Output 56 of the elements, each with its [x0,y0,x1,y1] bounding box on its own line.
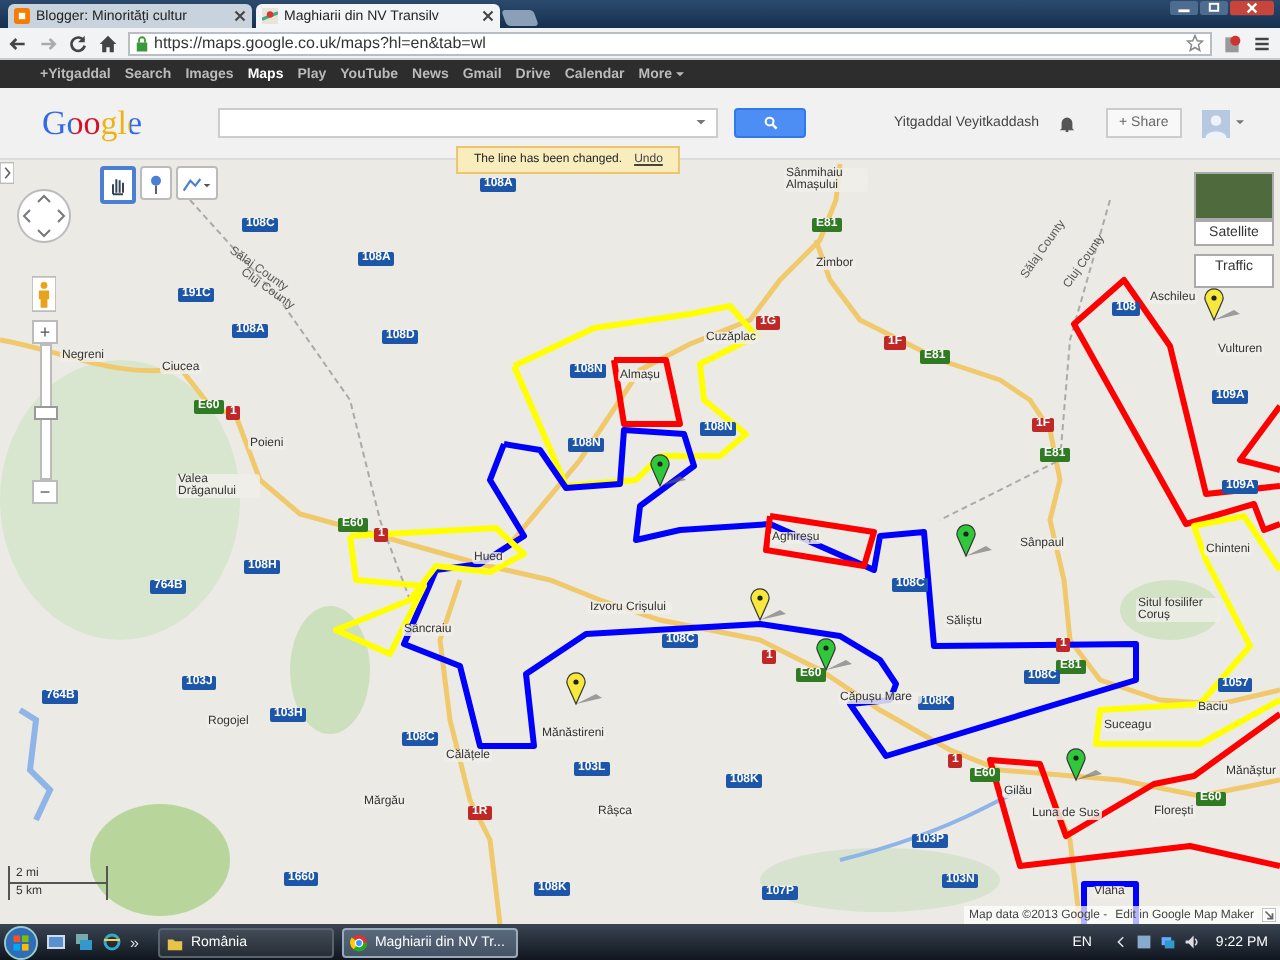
line-icon [182,173,212,193]
chevron-icon[interactable] [0,162,14,184]
map-pin[interactable] [1204,288,1240,321]
caret-icon[interactable] [696,120,706,126]
address-field[interactable]: https://maps.google.co.uk/maps?hl=en&tab=wl [128,31,1212,55]
map-tool-button[interactable] [100,166,136,204]
reload-icon[interactable] [68,33,88,53]
caret-icon [676,71,685,77]
lock-icon [136,35,148,51]
zoom-out-button[interactable]: − [32,480,58,504]
browser-icon [350,933,369,951]
bell-icon[interactable] [1057,114,1076,132]
pan-control-icon[interactable] [16,188,72,244]
folder-icon [166,933,185,951]
volume-icon[interactable] [1183,934,1200,950]
search-button[interactable] [734,108,806,138]
window-switch-icon[interactable] [74,932,94,952]
menu-icon[interactable] [1252,33,1272,53]
start-button-icon[interactable] [4,925,38,959]
map-pin[interactable] [816,638,852,671]
browser-icon[interactable] [102,932,122,952]
drawn-boundary-line[interactable] [611,357,683,427]
back-arrow-icon[interactable] [8,33,28,53]
drawn-boundary-line[interactable] [763,513,877,569]
network-icon[interactable] [1159,934,1176,950]
minimize-icon[interactable] [1170,0,1198,16]
drawn-boundary-line[interactable] [1237,404,1280,473]
more-icons-chevron[interactable]: » [130,933,139,951]
close-icon[interactable] [1230,0,1274,16]
desktop-icon[interactable] [46,932,66,952]
map-favicon-icon [262,8,278,24]
zoom-slider-thumb[interactable] [33,406,57,420]
star-icon[interactable] [1186,34,1204,52]
close-icon[interactable] [234,10,246,22]
lake-shape [18,707,54,822]
home-icon[interactable] [98,33,118,53]
map-pin[interactable] [1066,748,1102,781]
blog-favicon-icon [14,8,30,24]
caret-icon[interactable] [1236,120,1245,126]
close-icon[interactable] [482,10,494,22]
satellite-thumbnail[interactable] [1194,172,1274,220]
new-tab-button[interactable] [501,10,539,26]
map-pin[interactable] [750,588,786,621]
zoom-in-button[interactable]: + [32,320,58,344]
map-pin[interactable] [956,524,992,557]
map-pin[interactable] [566,672,602,705]
forest-area [90,804,230,916]
search-icon [763,116,777,130]
marker-icon [146,173,166,193]
corner-icon[interactable] [1262,908,1276,922]
map-pin[interactable] [650,454,686,487]
extension-icon[interactable] [1222,33,1242,53]
search-field[interactable] [218,108,718,138]
maximize-icon[interactable] [1200,0,1228,16]
tray-app-icon[interactable] [1135,934,1152,950]
hand-icon [108,175,128,195]
